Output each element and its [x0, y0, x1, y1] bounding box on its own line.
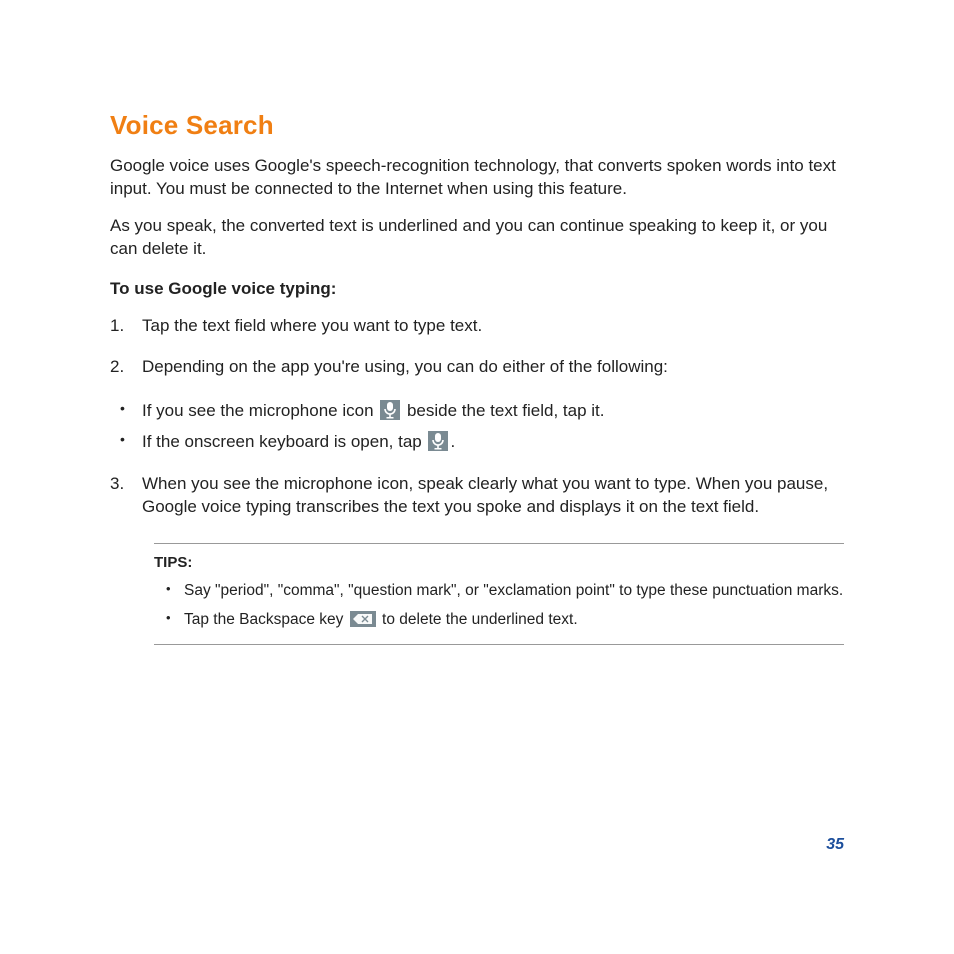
bullet-keyboard-open: If the onscreen keyboard is open, tap .	[110, 428, 844, 455]
tips-box: TIPS: Say "period", "comma", "question m…	[154, 543, 844, 646]
tips-list: Say "period", "comma", "question mark", …	[154, 579, 844, 633]
section-title: Voice Search	[110, 110, 844, 141]
tip-2-text-b: to delete the underlined text.	[378, 611, 578, 628]
tips-heading: TIPS:	[154, 554, 844, 571]
microphone-icon	[380, 400, 400, 420]
tip-1-text: Say "period", "comma", "question mark", …	[184, 582, 843, 599]
step-3-text: When you see the microphone icon, speak …	[142, 474, 828, 516]
page-number: 35	[826, 836, 844, 854]
steps-list-continued: When you see the microphone icon, speak …	[110, 473, 844, 519]
tip-punctuation: Say "period", "comma", "question mark", …	[154, 579, 844, 604]
intro-paragraph-1: Google voice uses Google's speech-recogn…	[110, 155, 844, 201]
step-1: Tap the text field where you want to typ…	[110, 315, 844, 338]
document-page: Voice Search Google voice uses Google's …	[0, 0, 954, 954]
subheading: To use Google voice typing:	[110, 279, 844, 299]
bullet-2-text-b: .	[450, 432, 455, 451]
microphone-icon	[428, 431, 448, 451]
sub-bullets: If you see the microphone icon beside th…	[110, 397, 844, 455]
intro-paragraph-2: As you speak, the converted text is unde…	[110, 215, 844, 261]
bullet-mic-beside-field: If you see the microphone icon beside th…	[110, 397, 844, 424]
tip-backspace: Tap the Backspace key to delete the unde…	[154, 608, 844, 633]
step-2: Depending on the app you're using, you c…	[110, 356, 844, 379]
step-1-text: Tap the text field where you want to typ…	[142, 316, 482, 335]
steps-list: Tap the text field where you want to typ…	[110, 315, 844, 379]
bullet-1-text-a: If you see the microphone icon	[142, 401, 378, 420]
backspace-icon	[350, 611, 376, 627]
step-3: When you see the microphone icon, speak …	[110, 473, 844, 519]
bullet-1-text-b: beside the text field, tap it.	[402, 401, 604, 420]
step-2-text: Depending on the app you're using, you c…	[142, 357, 668, 376]
bullet-2-text-a: If the onscreen keyboard is open, tap	[142, 432, 426, 451]
tip-2-text-a: Tap the Backspace key	[184, 611, 348, 628]
